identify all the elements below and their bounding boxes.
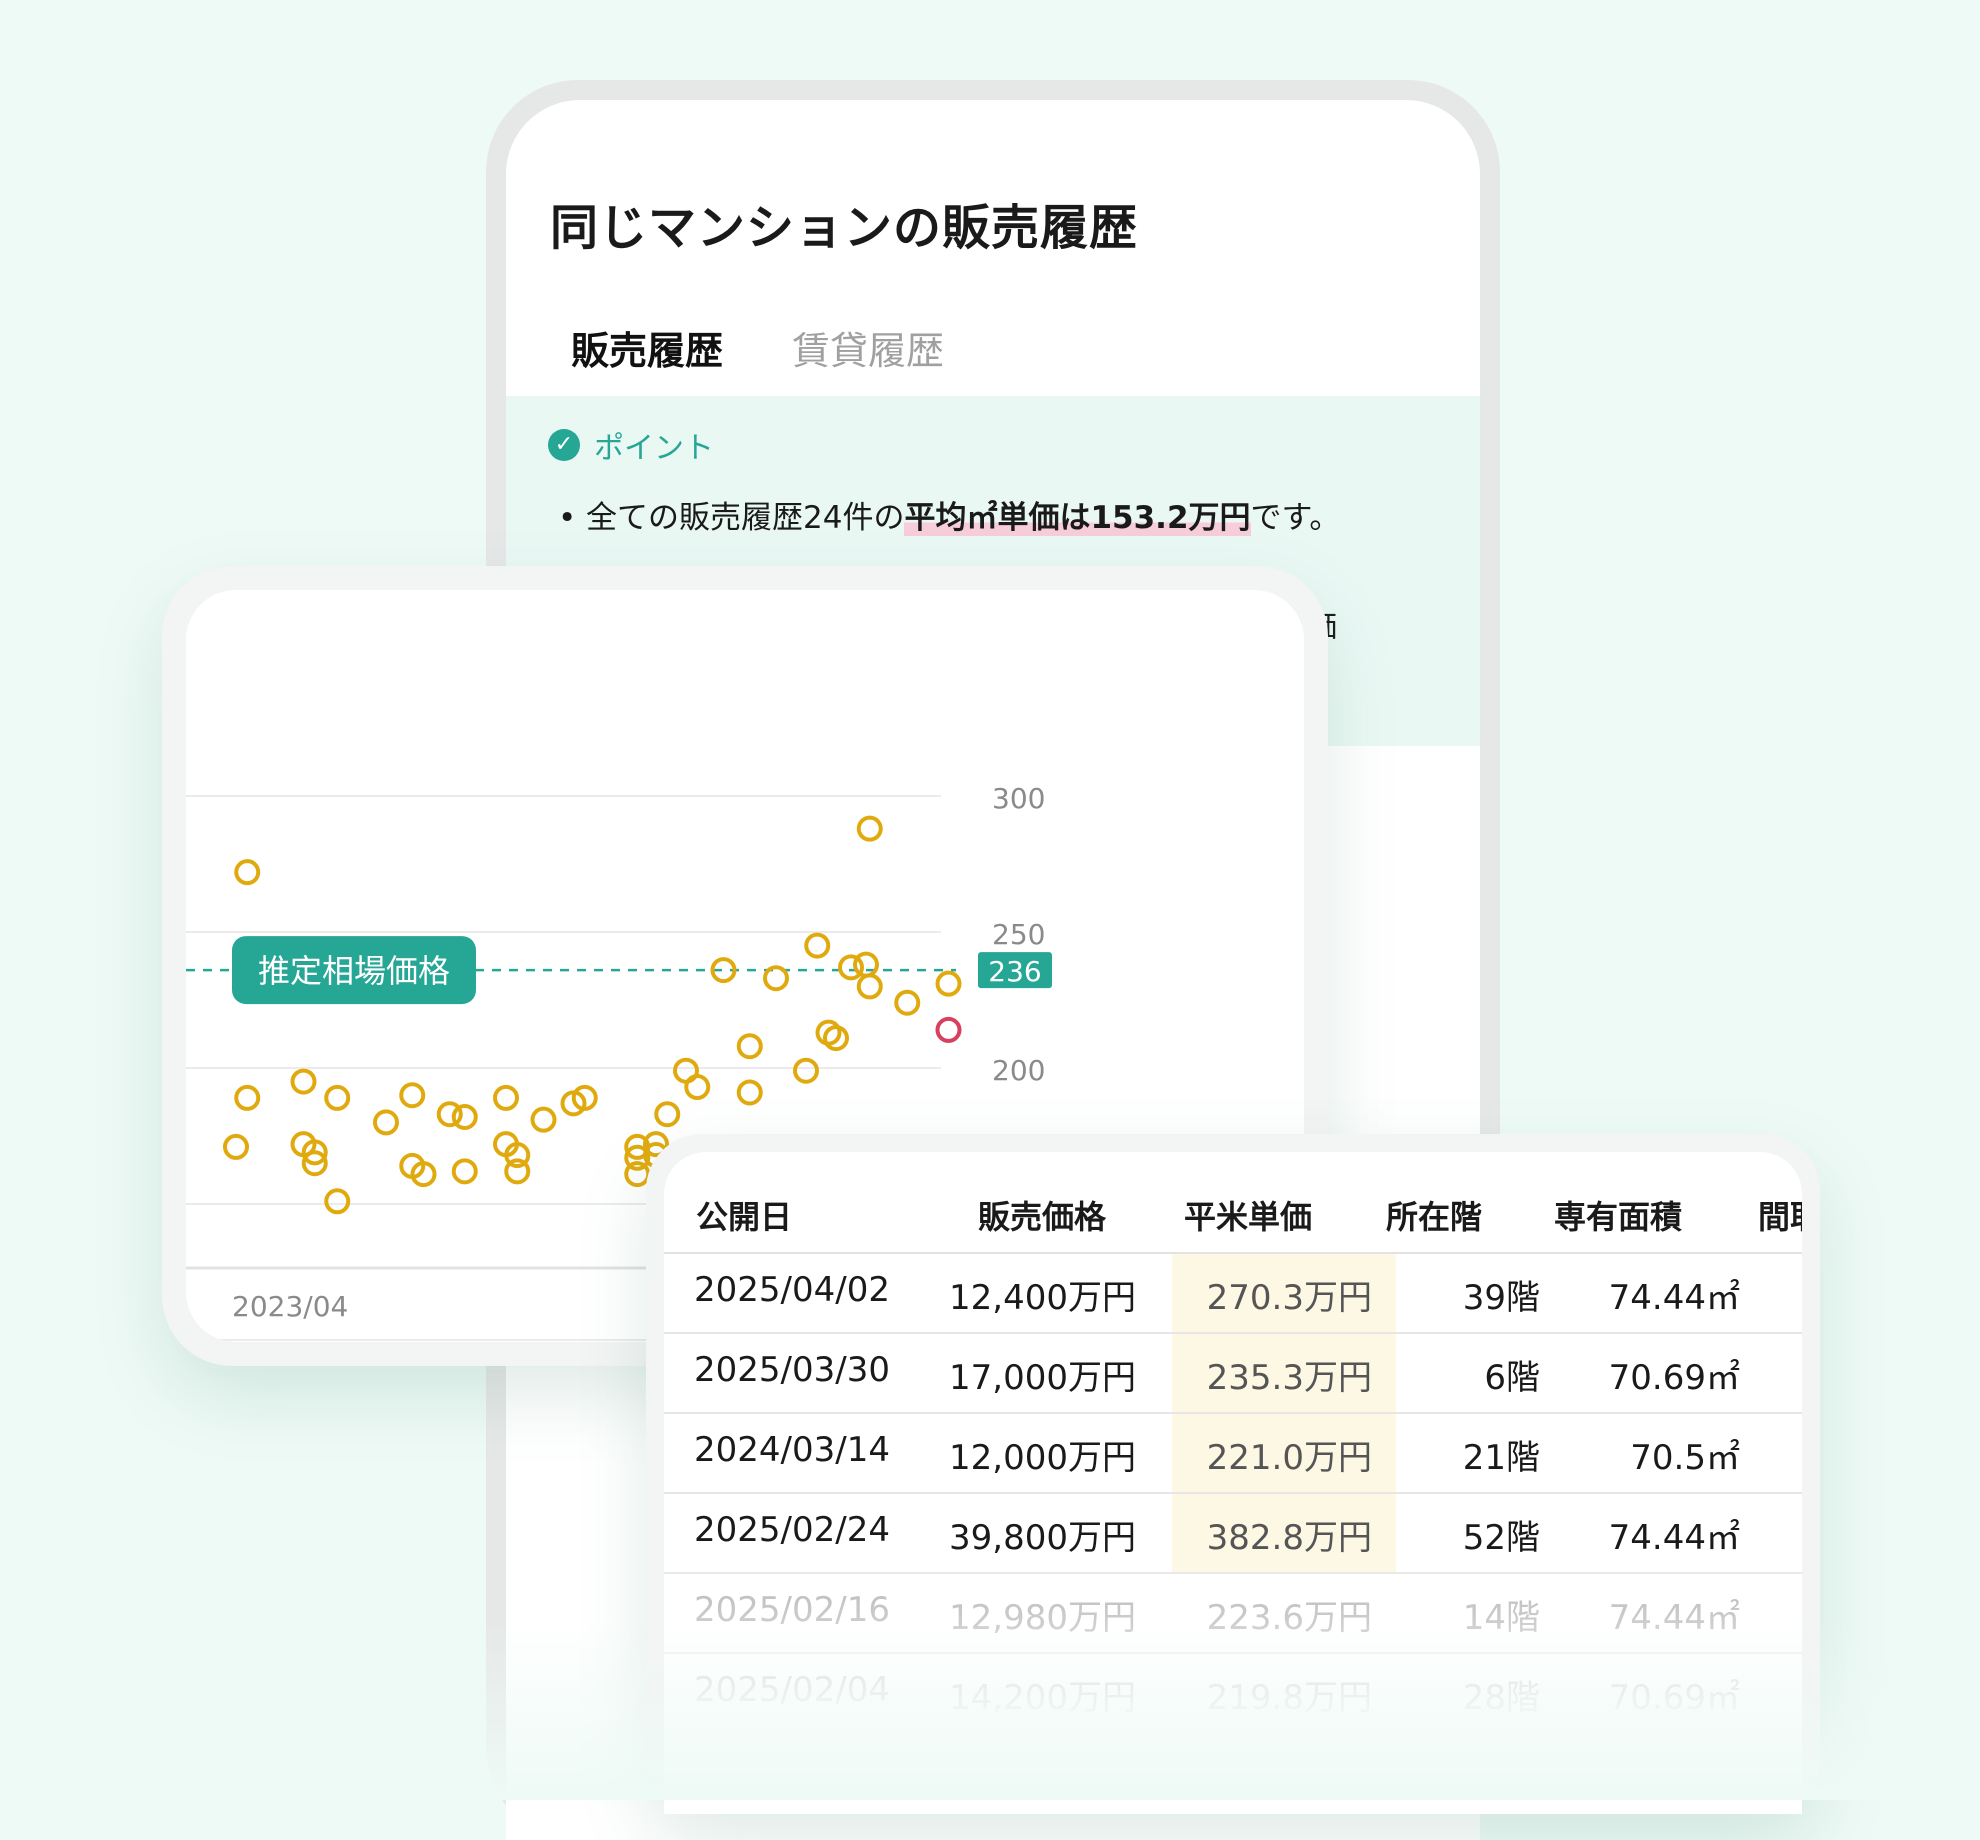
- row-date: 2025/04/02: [694, 1270, 890, 1310]
- data-point: [504, 1158, 531, 1185]
- data-point: [624, 1161, 651, 1188]
- tab-rental-history[interactable]: 賃貸履歴: [768, 306, 968, 396]
- data-point: [856, 815, 883, 842]
- y-tick-label: 250: [992, 918, 1045, 951]
- bottom-fade: [0, 1620, 1980, 1800]
- header-price: 販売価格: [978, 1198, 1107, 1236]
- table-row[interactable]: 2025/04/02 12,400万円 270.3万円 39階 74.44㎡: [664, 1254, 1802, 1334]
- header-floor: 所在階: [1386, 1198, 1483, 1236]
- point-bullet: • 全ての販売履歴24件の平均㎡単価は153.2万円です。: [558, 488, 1380, 548]
- row-floor: 39階: [1462, 1278, 1540, 1318]
- row-price: 12,000万円: [949, 1438, 1136, 1478]
- tab-sales-history[interactable]: 販売履歴: [546, 306, 748, 401]
- data-point: [894, 989, 921, 1016]
- data-point: [234, 1084, 261, 1111]
- sheet-title: 同じマンションの販売履歴: [550, 200, 1139, 256]
- table-row[interactable]: 2024/03/14 12,000万円 221.0万円 21階 70.5㎡: [664, 1414, 1802, 1494]
- header-date: 公開日: [696, 1198, 793, 1236]
- bullet-dot: •: [558, 500, 577, 536]
- row-area: 70.69㎡: [1608, 1358, 1740, 1398]
- data-point: [493, 1084, 519, 1111]
- data-point: [684, 1074, 711, 1101]
- reference-value-label: 236: [988, 955, 1041, 988]
- data-point: [804, 932, 831, 959]
- data-point: [324, 1084, 351, 1111]
- data-point: [530, 1106, 557, 1133]
- point-label: ポイント: [594, 431, 714, 466]
- data-point: [290, 1068, 317, 1095]
- row-date: 2025/02/24: [694, 1510, 890, 1550]
- row-unit-price: 221.0万円: [1206, 1438, 1372, 1478]
- row-area: 74.44㎡: [1608, 1278, 1740, 1318]
- data-point: [853, 951, 879, 978]
- row-date: 2025/03/30: [694, 1350, 890, 1390]
- history-tabs: 販売履歴 賃貸履歴: [506, 306, 1480, 401]
- table-row[interactable]: 2025/03/30 17,000万円 235.3万円 6階 70.69㎡: [664, 1334, 1802, 1414]
- data-point: [451, 1103, 478, 1130]
- data-point: [324, 1188, 351, 1215]
- point-header: ✓ ポイント: [548, 426, 714, 466]
- row-floor: 21階: [1462, 1438, 1540, 1478]
- data-point: [654, 1101, 681, 1128]
- header-area: 専有面積: [1554, 1198, 1683, 1236]
- row-price: 17,000万円: [949, 1358, 1136, 1398]
- data-point: [793, 1057, 819, 1084]
- data-point: [856, 973, 883, 1000]
- row-unit-price: 235.3万円: [1206, 1358, 1372, 1398]
- header-unit-price: 平米単価: [1184, 1198, 1313, 1236]
- bullet-highlight: 平均㎡単価は153.2万円: [904, 500, 1251, 536]
- header-layout: 間取: [1758, 1198, 1802, 1236]
- bullet-text-pre: 全ての販売履歴24件の: [586, 500, 905, 536]
- data-point: [935, 970, 962, 997]
- data-point: [736, 1033, 763, 1060]
- data-point: [399, 1082, 426, 1109]
- y-tick-label: 200: [992, 1054, 1045, 1087]
- check-circle-icon: ✓: [548, 429, 580, 461]
- reference-badge-label: 推定相場価格: [258, 952, 450, 990]
- table-header: 公開日 販売価格 平米単価 所在階 専有面積 間取: [664, 1152, 1802, 1254]
- data-point: [234, 859, 261, 886]
- x-tick-label: 2023/04: [232, 1290, 348, 1323]
- data-point: [373, 1109, 399, 1136]
- bullet-text-post: です。: [1250, 500, 1341, 536]
- y-tick-label: 300: [992, 782, 1045, 815]
- row-unit-price: 270.3万円: [1206, 1278, 1372, 1318]
- data-point: [451, 1158, 478, 1185]
- data-point: [736, 1079, 763, 1106]
- row-price: 12,400万円: [949, 1278, 1136, 1318]
- data-point: [763, 965, 789, 992]
- current-listing-point: [935, 1016, 962, 1043]
- row-date: 2024/03/14: [694, 1430, 890, 1470]
- row-floor: 6階: [1484, 1358, 1540, 1398]
- data-point: [223, 1133, 249, 1160]
- row-area: 70.5㎡: [1630, 1438, 1740, 1478]
